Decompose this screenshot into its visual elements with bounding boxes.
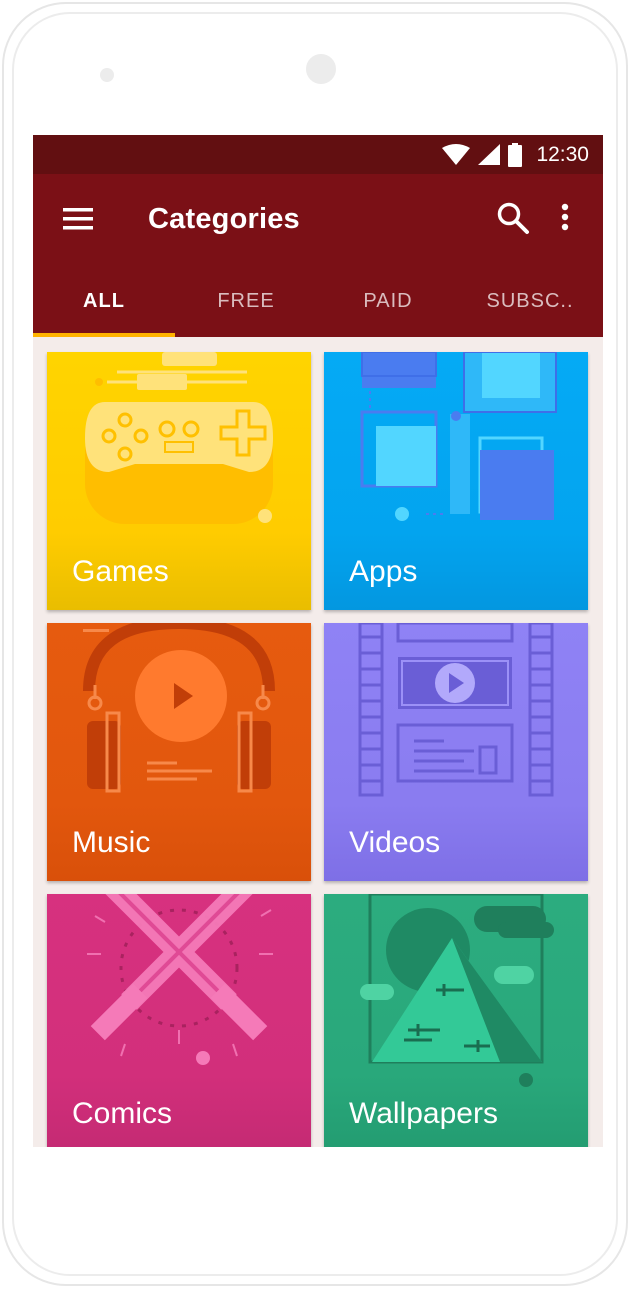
- battery-icon: [508, 142, 523, 167]
- tab-subscriptions[interactable]: SUBSC..: [459, 270, 601, 337]
- category-videos[interactable]: Videos: [324, 623, 588, 881]
- app-bar: Categories ALL FREE PAID SUBSC..: [33, 174, 603, 337]
- front-camera: [100, 68, 114, 82]
- category-music[interactable]: Music: [47, 623, 311, 881]
- tab-paid[interactable]: PAID: [317, 270, 459, 337]
- wifi-icon: [442, 143, 471, 165]
- category-label: Games: [72, 555, 169, 588]
- earpiece-speaker: [306, 54, 336, 84]
- menu-icon[interactable]: [63, 206, 95, 232]
- status-icons: 12:30: [442, 135, 589, 174]
- category-label: Videos: [349, 826, 441, 859]
- category-label: Music: [72, 826, 151, 859]
- page-title: Categories: [148, 203, 300, 235]
- status-bar: 12:30: [33, 135, 603, 174]
- category-games[interactable]: Games: [47, 352, 311, 610]
- category-label: Wallpapers: [349, 1097, 498, 1130]
- category-label: Comics: [72, 1097, 173, 1130]
- category-apps[interactable]: Apps: [324, 352, 588, 610]
- tab-all[interactable]: ALL: [33, 270, 175, 337]
- category-wallpapers[interactable]: Wallpapers: [324, 894, 588, 1147]
- tab-indicator: [33, 333, 175, 337]
- category-comics[interactable]: Comics: [47, 894, 311, 1147]
- more-vert-icon[interactable]: [555, 202, 575, 234]
- search-icon[interactable]: [496, 201, 530, 235]
- status-time: 12:30: [536, 142, 589, 166]
- category-label: Apps: [349, 555, 418, 588]
- signal-icon: [478, 143, 501, 165]
- tab-free[interactable]: FREE: [175, 270, 317, 337]
- tab-bar: ALL FREE PAID SUBSC..: [33, 270, 603, 337]
- phone-screen: 12:30 Categories ALL FREE PAID SUBSC.. G…: [33, 135, 603, 1147]
